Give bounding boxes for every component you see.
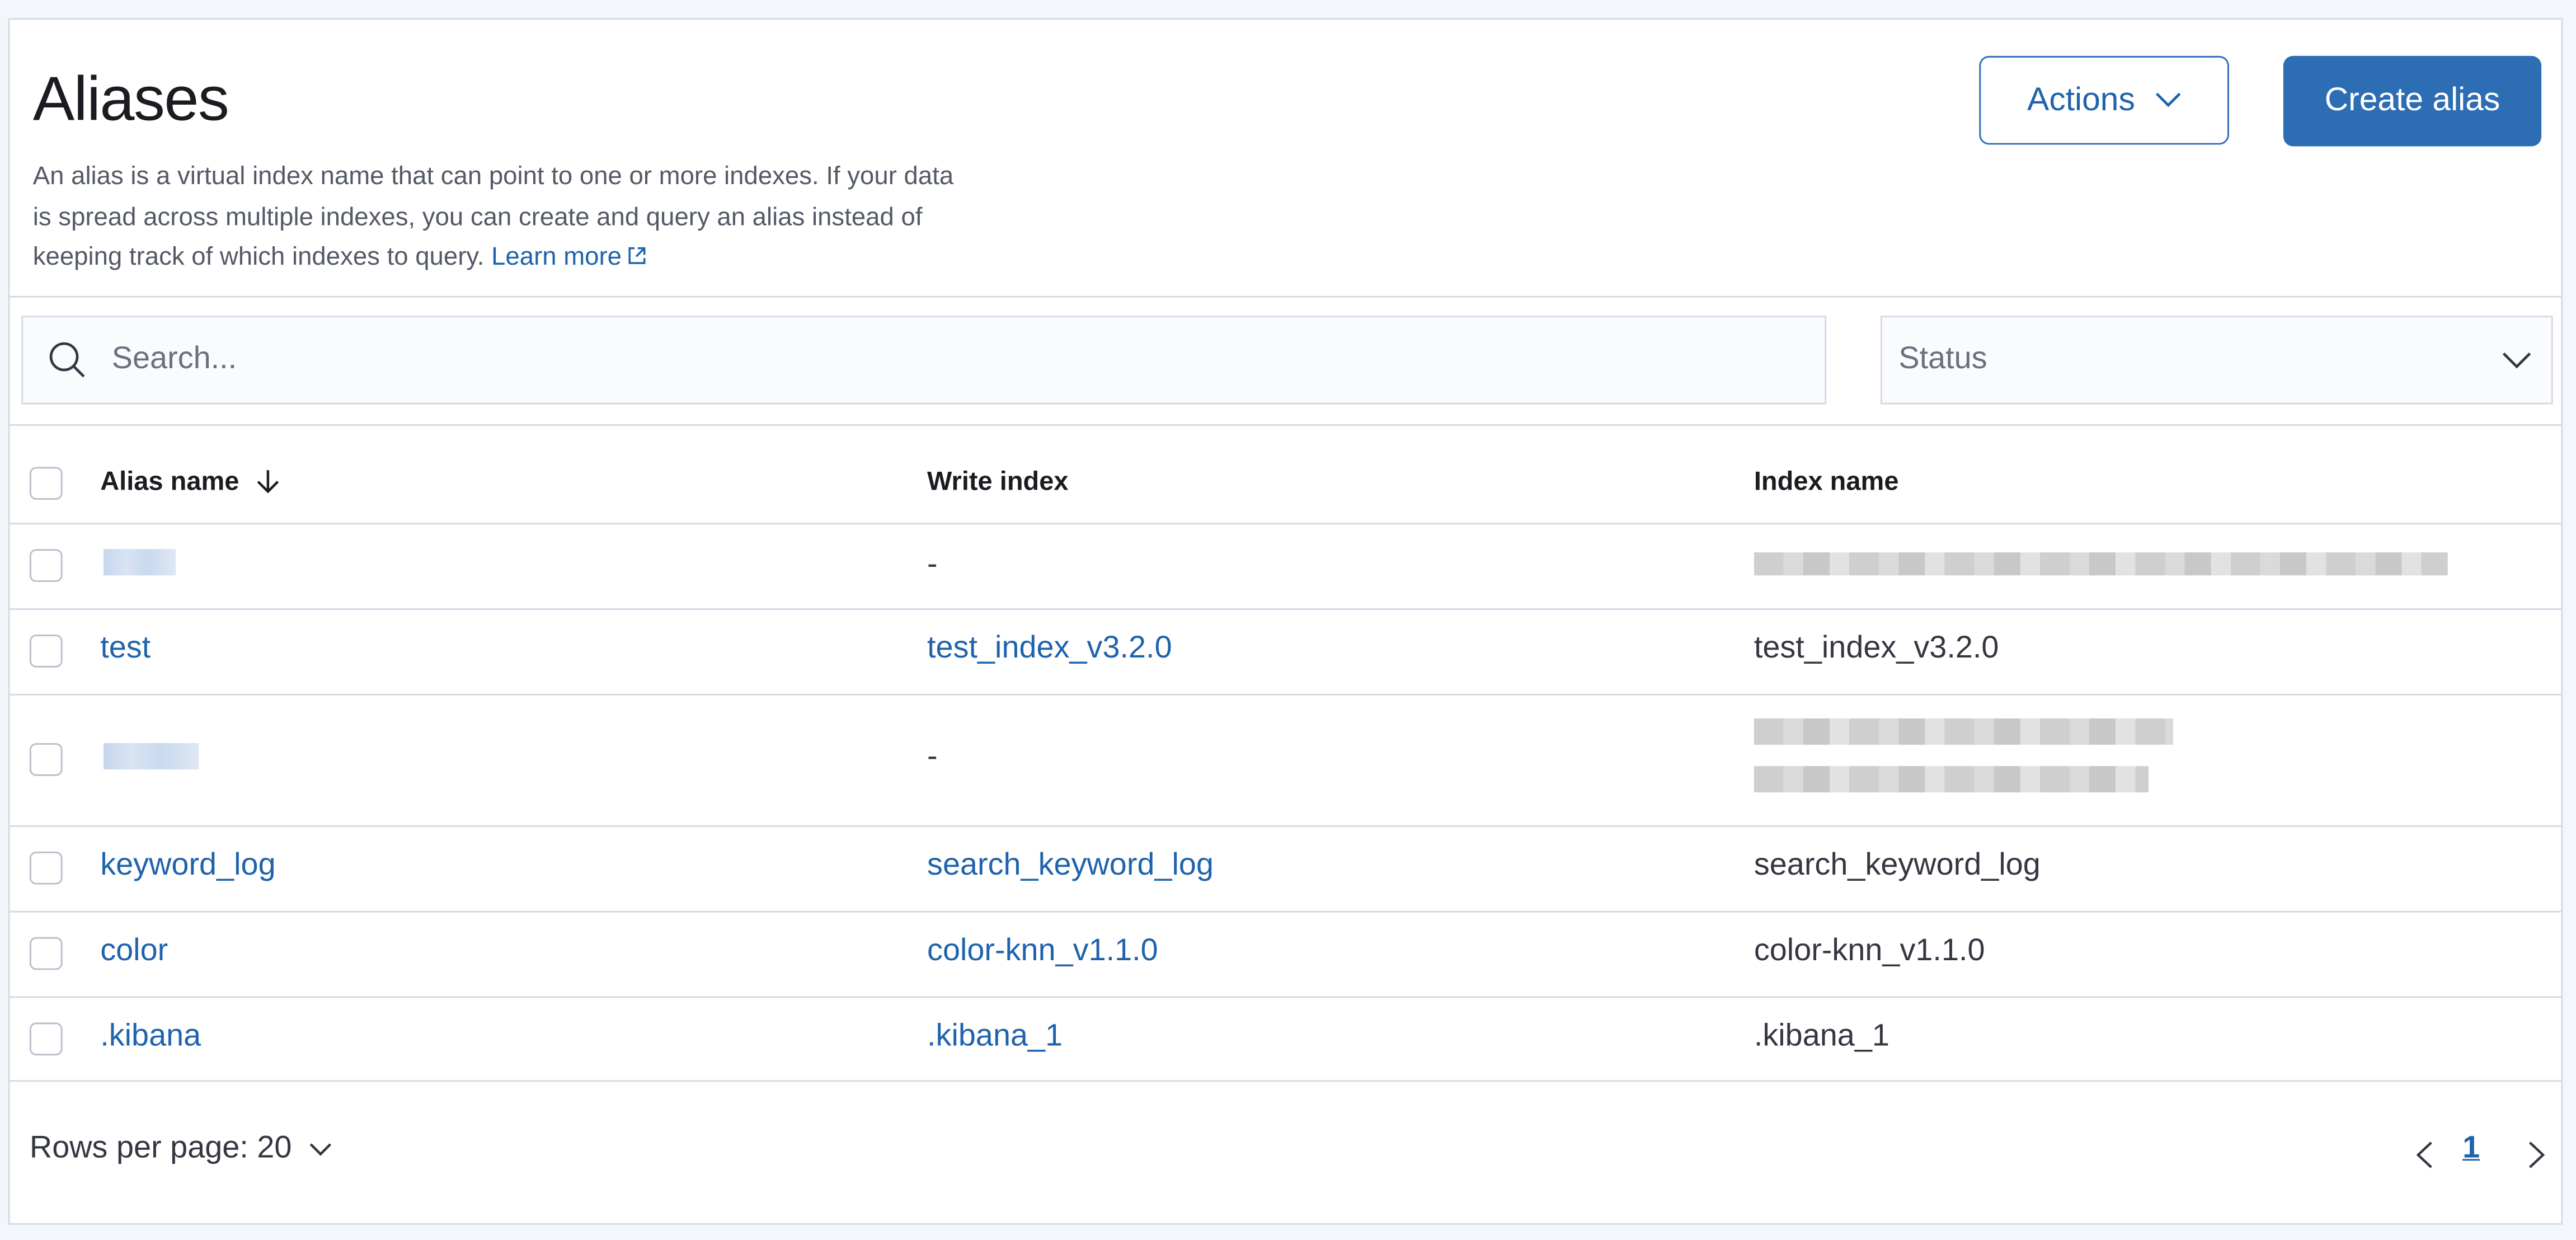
chevron-down-icon [2155,92,2180,107]
row-divider [10,825,2561,827]
chevron-down-icon [2502,351,2531,368]
status-label: Status [1898,342,1987,377]
table-cell-index-name: test_index_v3.2.0 [1754,631,1999,666]
search-icon [49,342,85,378]
row-checkbox[interactable] [29,851,63,885]
row-divider [10,996,2561,998]
learn-more-link[interactable]: Learn more [491,243,648,271]
alias-link-kibana[interactable]: .kibana [100,1020,201,1056]
table-cell-index-name: color-knn_v1.1.0 [1754,933,1985,969]
row-checkbox[interactable] [29,549,63,583]
alias-link-test[interactable]: test [100,631,151,668]
search-input[interactable]: Search... [21,316,1827,405]
column-header-alias-name[interactable]: Alias name [100,468,279,498]
chevron-right-icon[interactable] [2528,1141,2545,1169]
row-divider [10,910,2561,913]
app-stage: Aliases An alias is a virtual index name… [0,0,2576,1239]
table-header-divider [10,523,2561,525]
table-bottom-divider [10,1080,2561,1082]
row-checkbox[interactable] [29,1022,63,1056]
write-index-link[interactable]: color-knn_v1.1.0 [927,934,1158,970]
chevron-left-icon[interactable] [2416,1141,2433,1169]
page-number-link[interactable]: 1 [2462,1131,2480,1167]
row-divider [10,608,2561,610]
table-cell-write-index: - [927,740,938,774]
row-divider [10,693,2561,696]
create-alias-button[interactable]: Create alias [2283,55,2542,147]
actions-button-label: Actions [2027,81,2135,118]
column-header-write-index: Write index [927,468,1069,497]
table-cell-index-name: search_keyword_log [1754,848,2041,883]
write-index-link[interactable]: search_keyword_log [927,848,1214,885]
alias-link-keyword-log[interactable]: keyword_log [100,848,275,885]
table-cell-write-index: - [927,547,938,583]
redacted-index-name [1754,718,2174,745]
write-index-link[interactable]: test_index_v3.2.0 [927,631,1172,668]
actions-button[interactable]: Actions [1979,55,2229,145]
chevron-down-icon [309,1142,331,1156]
redacted-alias-link[interactable] [104,549,176,576]
create-alias-label: Create alias [2324,82,2500,119]
header-divider [10,295,2561,298]
table-cell-index-name: .kibana_1 [1754,1019,1889,1054]
learn-more-label: Learn more [491,243,622,271]
status-filter-select[interactable]: Status [1881,316,2553,405]
alias-link-color[interactable]: color [100,934,168,970]
sort-arrow-down-icon [257,470,279,494]
rows-per-page-label: Rows per page: 20 [29,1131,292,1166]
row-checkbox[interactable] [29,743,63,776]
row-checkbox[interactable] [29,937,63,970]
redacted-index-name [1754,552,2448,576]
external-link-icon [628,247,646,264]
redacted-alias-link[interactable] [104,743,199,769]
search-placeholder: Search... [111,342,237,377]
aliases-panel: Aliases An alias is a virtual index name… [8,18,2563,1225]
column-header-alias-name-label: Alias name [100,468,239,497]
filter-divider [10,424,2561,426]
write-index-link[interactable]: .kibana_1 [927,1020,1063,1056]
select-all-checkbox[interactable] [29,467,63,500]
page-title: Aliases [32,65,229,135]
rows-per-page-select[interactable]: Rows per page: 20 [30,1131,331,1167]
column-header-index-name: Index name [1754,468,1899,497]
redacted-index-name [1754,766,2149,793]
row-checkbox[interactable] [29,635,63,668]
page-description: An alias is a virtual index name that ca… [33,158,970,279]
